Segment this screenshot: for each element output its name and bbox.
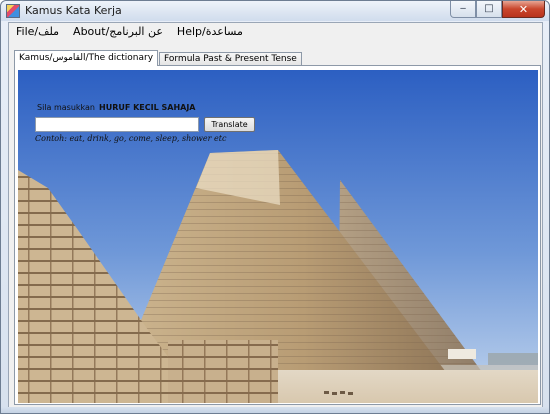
menu-help[interactable]: Help/مساعدة	[170, 23, 250, 41]
maximize-button[interactable]: □	[476, 1, 502, 18]
window-bottom-border	[1, 407, 549, 413]
close-icon: ✕	[518, 2, 529, 16]
minimize-icon: ‒	[459, 3, 467, 14]
menu-file[interactable]: File/ملف	[9, 23, 66, 41]
maximize-icon: □	[484, 3, 494, 14]
minimize-button[interactable]: ‒	[450, 1, 476, 18]
app-icon	[6, 4, 20, 18]
word-input[interactable]	[35, 117, 199, 132]
example-hint: Contoh: eat, drink, go, come, sleep, sho…	[35, 134, 227, 143]
caption-buttons: ‒ □ ✕	[450, 1, 545, 19]
window-title: Kamus Kata Kerja	[25, 4, 122, 17]
menu-about[interactable]: About/عن البرنامج	[66, 23, 170, 41]
dictionary-panel: Sila masukkan HURUF KECIL SAHAJA Translat…	[14, 65, 541, 405]
app-window: Kamus Kata Kerja ‒ □ ✕ File/ملف About/عن…	[0, 0, 550, 414]
translate-button[interactable]: Translate	[204, 117, 255, 132]
instruction-emphasis: HURUF KECIL SAHAJA	[99, 103, 196, 112]
menu-bar: File/ملف About/عن البرنامج Help/مساعدة	[9, 23, 542, 41]
title-bar[interactable]: Kamus Kata Kerja ‒ □ ✕	[1, 1, 549, 21]
input-instruction: Sila masukkan HURUF KECIL SAHAJA	[37, 103, 196, 112]
close-button[interactable]: ✕	[502, 1, 545, 18]
tab-dictionary[interactable]: Kamus/القاموس/The dictionary	[14, 50, 159, 66]
tab-formula[interactable]: Formula Past & Present Tense	[159, 52, 302, 66]
instruction-prefix: Sila masukkan	[37, 103, 95, 112]
client-area: File/ملف About/عن البرنامج Help/مساعدة K…	[8, 22, 543, 408]
tab-strip: Kamus/القاموس/The dictionary Formula Pas…	[14, 50, 303, 66]
